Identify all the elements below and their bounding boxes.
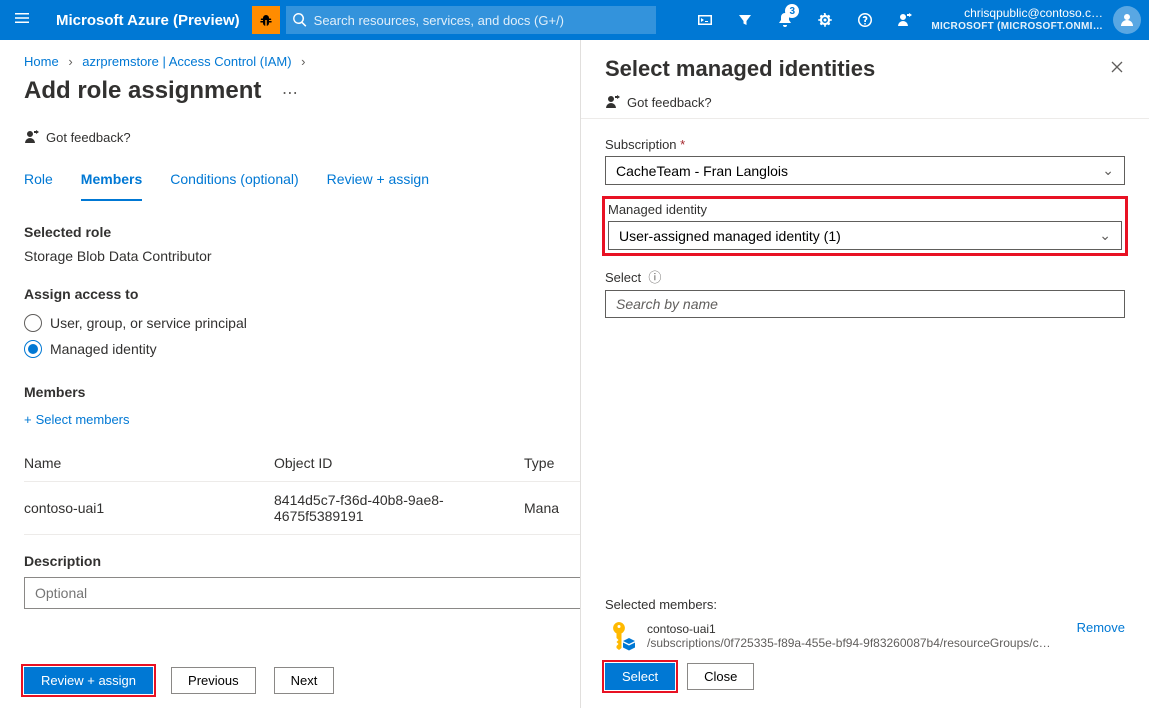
global-header: Microsoft Azure (Preview) 3 chrisqpublic…	[0, 0, 1149, 40]
close-panel-button[interactable]	[1109, 59, 1125, 80]
notifications-button[interactable]: 3	[765, 0, 805, 40]
help-button[interactable]	[845, 0, 885, 40]
selected-member-row: contoso-uai1 /subscriptions/0f725335-f89…	[605, 620, 1125, 652]
chevron-right-icon: ›	[62, 54, 78, 69]
hamburger-menu[interactable]	[0, 10, 44, 31]
tab-conditions[interactable]: Conditions (optional)	[170, 163, 298, 201]
avatar[interactable]	[1113, 6, 1141, 34]
page-more-button[interactable]: ⋯	[266, 85, 300, 102]
page-footer: Review + assign Previous Next	[0, 657, 580, 708]
tenant-name: MICROSOFT (MICROSOFT.ONMI…	[931, 21, 1103, 34]
chevron-down-icon: ⌄	[1099, 227, 1111, 244]
selected-members-heading: Selected members:	[605, 597, 1125, 612]
tab-role[interactable]: Role	[24, 163, 53, 201]
close-icon	[1109, 59, 1125, 75]
next-button[interactable]: Next	[274, 667, 335, 694]
panel-select-button[interactable]: Select	[605, 663, 675, 690]
selected-members-section: Selected members: contoso-uai1 /subscrip…	[581, 597, 1149, 652]
panel-body: Subscription * CacheTeam - Fran Langlois…	[581, 137, 1149, 650]
user-email: chrisqpublic@contoso.c…	[931, 6, 1103, 21]
plus-icon: +	[24, 412, 32, 427]
radio-icon	[24, 340, 42, 358]
subscription-dropdown[interactable]: CacheTeam - Fran Langlois ⌄	[605, 156, 1125, 185]
help-icon	[857, 12, 873, 28]
global-search	[286, 6, 656, 34]
panel-footer: Select Close	[581, 650, 1149, 708]
tab-review-assign[interactable]: Review + assign	[327, 163, 429, 201]
portal-brand[interactable]: Microsoft Azure (Preview)	[44, 12, 252, 29]
column-name[interactable]: Name	[24, 445, 274, 482]
managed-identity-icon	[605, 620, 637, 652]
selected-member-path: /subscriptions/0f725335-f89a-455e-bf94-9…	[647, 636, 1067, 650]
breadcrumb-home[interactable]: Home	[24, 54, 59, 69]
feedback-button[interactable]	[885, 0, 925, 40]
review-assign-button[interactable]: Review + assign	[24, 667, 153, 694]
search-input[interactable]	[286, 6, 656, 34]
notification-badge: 3	[785, 4, 799, 18]
panel-header: Select managed identities	[581, 40, 1149, 88]
panel-close-button[interactable]: Close	[687, 663, 754, 690]
managed-identity-dropdown[interactable]: User-assigned managed identity (1) ⌄	[608, 221, 1122, 250]
avatar-icon	[1119, 12, 1135, 28]
info-icon[interactable]: ⓘ	[645, 270, 662, 285]
panel-title: Select managed identities	[605, 56, 875, 82]
chevron-right-icon: ›	[295, 54, 311, 69]
feedback-person-icon	[897, 12, 913, 28]
settings-button[interactable]	[805, 0, 845, 40]
cloud-shell-button[interactable]	[685, 0, 725, 40]
cloud-shell-icon	[697, 12, 713, 28]
filter-icon	[737, 12, 753, 28]
tab-members[interactable]: Members	[81, 163, 142, 201]
subscription-label: Subscription *	[605, 137, 1125, 152]
feedback-person-icon	[605, 94, 621, 110]
panel-feedback-link[interactable]: Got feedback?	[581, 88, 1149, 119]
page-title: Add role assignment	[24, 77, 261, 105]
directory-filter-button[interactable]	[725, 0, 765, 40]
feedback-person-icon	[24, 129, 40, 145]
hamburger-icon	[14, 10, 30, 26]
preview-bug-button[interactable]	[252, 6, 280, 34]
managed-identity-label: Managed identity	[608, 202, 1122, 217]
column-object-id[interactable]: Object ID	[274, 445, 524, 482]
select-managed-identities-panel: Select managed identities Got feedback? …	[580, 40, 1149, 708]
chevron-down-icon: ⌄	[1102, 162, 1114, 179]
selected-member-name: contoso-uai1	[647, 622, 1067, 636]
previous-button[interactable]: Previous	[171, 667, 256, 694]
account-control[interactable]: chrisqpublic@contoso.c… MICROSOFT (MICRO…	[925, 6, 1113, 34]
remove-member-link[interactable]: Remove	[1077, 620, 1125, 635]
search-members-input[interactable]	[605, 290, 1125, 318]
radio-icon	[24, 314, 42, 332]
breadcrumb-resource[interactable]: azrpremstore | Access Control (IAM)	[82, 54, 291, 69]
search-icon	[292, 12, 308, 33]
bug-icon	[258, 12, 274, 28]
select-label: Select ⓘ	[605, 267, 1125, 286]
gear-icon	[817, 12, 833, 28]
